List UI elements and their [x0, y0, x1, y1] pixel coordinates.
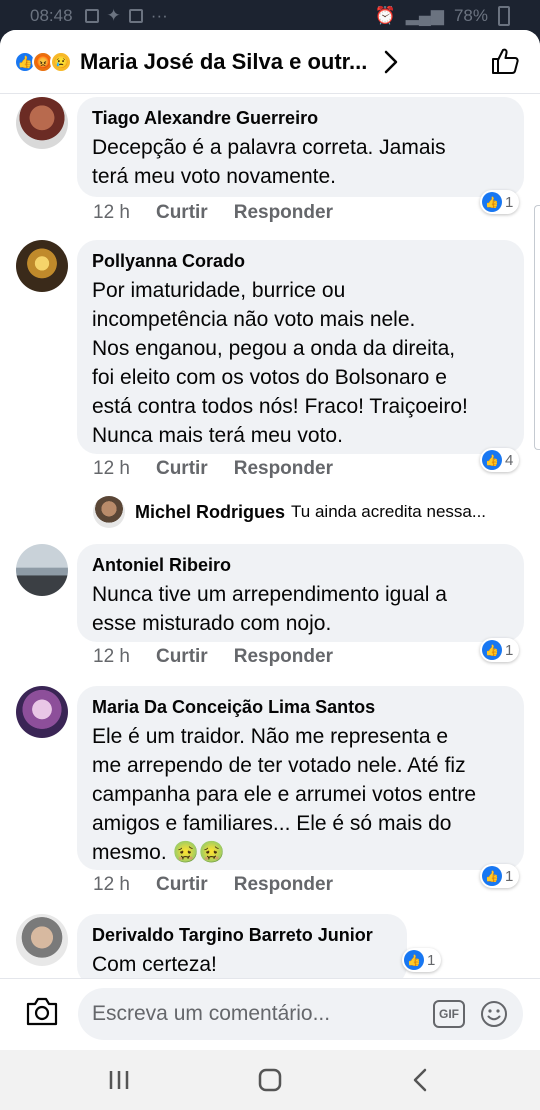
more-icon: ··· [150, 6, 168, 25]
like-comment-button[interactable]: Curtir [156, 458, 208, 480]
like-comment-button[interactable]: Curtir [156, 874, 208, 896]
comment-text: Decepção é a palavra correta. Jamais ter… [92, 136, 446, 188]
system-nav-bar [0, 1050, 540, 1110]
comment-like-count[interactable]: 👍 1 [480, 190, 520, 214]
comment-time: 12 h [93, 874, 130, 895]
comment-input[interactable]: Escreva um comentário... GIF [78, 988, 523, 1040]
thumbs-up-icon: 👍 [482, 450, 502, 470]
signal-icon: ▂▄▆ [405, 6, 444, 25]
comment-actions: 12 h Curtir Responder [93, 202, 333, 224]
comment-bubble[interactable]: Antoniel Ribeiro Nunca tive um arrependi… [77, 544, 524, 642]
avatar[interactable] [93, 496, 125, 528]
comment-text: Com certeza! [92, 953, 217, 976]
home-icon[interactable] [255, 1065, 285, 1095]
comment-like-count[interactable]: 👍 1 [480, 864, 520, 888]
thumbs-up-icon: 👍 [482, 640, 502, 660]
reactions-header[interactable]: 👍 😡 😢 Maria José da Silva e outr... [0, 30, 540, 94]
alarm-icon: ⏰ [374, 6, 396, 25]
thumbs-up-icon [492, 48, 519, 74]
like-post-button[interactable] [490, 46, 520, 76]
sad-face-icon: 😢 [50, 50, 72, 73]
back-icon[interactable] [406, 1065, 436, 1095]
status-notification-icons: ✦ ··· [84, 6, 168, 26]
comment-text: Por imaturidade, burrice ou incompetênci… [92, 279, 468, 447]
reply-button[interactable]: Responder [234, 202, 333, 224]
status-time: 08:48 [30, 6, 73, 25]
status-bar: 08:48 ✦ ··· ⏰ ▂▄▆ 78% [0, 0, 540, 32]
comment-author[interactable]: Derivaldo Targino Barreto Junior [92, 924, 392, 946]
avatar[interactable] [16, 686, 68, 738]
comment-bubble[interactable]: Pollyanna Corado Por imaturidade, burric… [77, 240, 524, 454]
comment-author[interactable]: Antoniel Ribeiro [92, 554, 509, 576]
comment-text: Nunca tive um arrependimento igual a ess… [92, 583, 447, 635]
comment-actions: 12 h Curtir Responder [93, 646, 333, 668]
battery-icon [498, 6, 510, 26]
reply-button[interactable]: Responder [234, 646, 333, 668]
gallery-icon [84, 9, 99, 23]
comment-bubble[interactable]: Derivaldo Targino Barreto Junior Com cer… [77, 914, 407, 986]
scrollbar[interactable] [534, 205, 540, 450]
comment-author[interactable]: Tiago Alexandre Guerreiro [92, 107, 509, 129]
thumbs-up-icon: 👍 [404, 950, 424, 970]
recents-icon[interactable] [104, 1065, 134, 1095]
smiley-icon[interactable] [479, 999, 509, 1029]
comment-like-count[interactable]: 👍 4 [480, 448, 520, 472]
thumbs-up-icon: 👍 [482, 192, 502, 212]
comment-bubble[interactable]: Tiago Alexandre Guerreiro Decepção é a p… [77, 97, 524, 197]
reply-author[interactable]: Michel Rodrigues [135, 502, 285, 523]
status-right: ⏰ ▂▄▆ 78% [375, 6, 510, 26]
comment-like-count[interactable]: 👍 1 [480, 638, 520, 662]
battery-percent: 78% [453, 6, 488, 25]
comment-actions: 12 h Curtir Responder [93, 458, 333, 480]
gif-button[interactable]: GIF [433, 1000, 465, 1028]
comment-time: 12 h [93, 458, 130, 479]
comment-text: Ele é um traidor. Não me representa e me… [92, 725, 477, 864]
comment-author[interactable]: Pollyanna Corado [92, 250, 509, 272]
camera-icon[interactable] [24, 995, 60, 1029]
like-comment-button[interactable]: Curtir [156, 646, 208, 668]
comment-time: 12 h [93, 202, 130, 223]
avatar[interactable] [16, 240, 68, 292]
comment-actions: 12 h Curtir Responder [93, 874, 333, 896]
reply-preview[interactable]: Michel Rodrigues Tu ainda acredita nessa… [93, 496, 486, 528]
thumbs-up-icon: 👍 [482, 866, 502, 886]
reaction-summary: 👍 😡 😢 [14, 50, 72, 73]
avatar[interactable] [16, 97, 68, 149]
comment-input-placeholder[interactable]: Escreva um comentário... [92, 1002, 330, 1026]
reply-button[interactable]: Responder [234, 458, 333, 480]
reply-button[interactable]: Responder [234, 874, 333, 896]
comment-time: 12 h [93, 646, 130, 667]
message-icon [128, 9, 143, 23]
reactions-title[interactable]: Maria José da Silva e outr... [80, 49, 367, 75]
comments-sheet: 👍 😡 😢 Maria José da Silva e outr... Tiag… [0, 30, 540, 1050]
twitter-icon: ✦ [106, 6, 121, 25]
comment-bubble[interactable]: Maria Da Conceição Lima Santos Ele é um … [77, 686, 524, 870]
avatar[interactable] [16, 914, 68, 966]
comment-like-count[interactable]: 👍 1 [402, 948, 442, 972]
comment-author[interactable]: Maria Da Conceição Lima Santos [92, 696, 509, 718]
chevron-right-icon[interactable] [379, 47, 403, 77]
reply-text: Tu ainda acredita nessa... [291, 502, 487, 521]
comment-composer: Escreva um comentário... GIF [0, 978, 540, 1050]
avatar[interactable] [16, 544, 68, 596]
like-comment-button[interactable]: Curtir [156, 202, 208, 224]
